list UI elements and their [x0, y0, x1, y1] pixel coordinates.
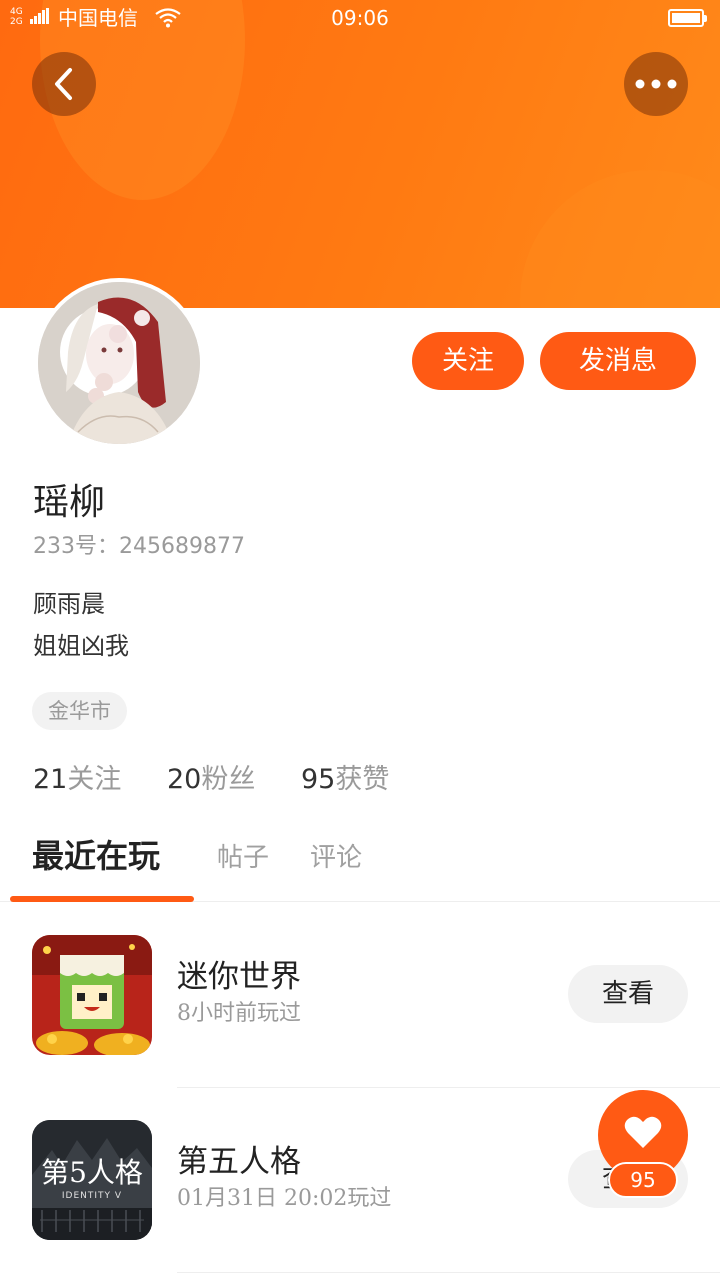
stat-number: 95	[301, 764, 336, 795]
game-title: 迷你世界	[177, 959, 301, 995]
chevron-left-icon	[55, 68, 72, 100]
location-tag: 金华市	[32, 692, 127, 730]
more-horizontal-icon	[635, 79, 677, 89]
avatar[interactable]	[34, 278, 204, 448]
avatar-image	[38, 282, 200, 444]
content-tabs: 最近在玩 帖子 评论	[0, 830, 720, 902]
bio-line-1: 顾雨晨	[33, 590, 105, 618]
stat-number: 21	[33, 764, 68, 795]
tab-comments[interactable]: 评论	[310, 838, 362, 878]
nickname: 瑶柳	[33, 482, 106, 523]
stat-likes[interactable]: 95获赞	[301, 760, 389, 800]
more-button[interactable]	[624, 52, 688, 116]
game-icon-logo-subtext: IDENTITY V	[61, 1191, 123, 1201]
follow-button[interactable]: 关注	[412, 332, 524, 390]
bio-line-2: 姐姐凶我	[33, 632, 129, 660]
game-icon-mini-world	[32, 935, 152, 1055]
clock: 09:06	[331, 6, 389, 30]
stat-label: 获赞	[335, 764, 390, 795]
stat-followers[interactable]: 20粉丝	[167, 760, 255, 800]
game-icon-identity-v: 第5人格 IDENTITY V	[32, 1120, 152, 1240]
divider	[177, 1272, 720, 1273]
stat-following[interactable]: 21关注	[33, 760, 121, 800]
user-id: 233号：245689877	[33, 534, 245, 559]
game-last-played: 01月31日 20:02玩过	[177, 1186, 392, 1211]
heart-icon	[624, 1116, 662, 1148]
back-button[interactable]	[32, 52, 96, 116]
status-bar: 4G 2G 中国电信 09:06	[0, 0, 720, 36]
stat-label: 粉丝	[201, 764, 256, 795]
send-message-button[interactable]: 发消息	[540, 332, 696, 390]
view-button[interactable]: 查看	[568, 965, 688, 1023]
game-title: 第五人格	[177, 1144, 301, 1180]
like-count-badge: 95	[608, 1162, 678, 1198]
battery-icon	[668, 9, 707, 27]
game-icon-logo-text: 第5人格	[41, 1156, 143, 1189]
active-tab-indicator	[10, 896, 194, 902]
stat-label: 关注	[67, 764, 122, 795]
list-item[interactable]: 迷你世界 8小时前玩过 查看	[0, 935, 720, 1121]
stat-number: 20	[167, 764, 202, 795]
tab-recently-played[interactable]: 最近在玩	[32, 836, 160, 876]
game-last-played: 8小时前玩过	[177, 1001, 301, 1026]
tab-posts[interactable]: 帖子	[217, 838, 269, 878]
profile-header	[0, 0, 720, 308]
divider	[177, 1087, 720, 1088]
